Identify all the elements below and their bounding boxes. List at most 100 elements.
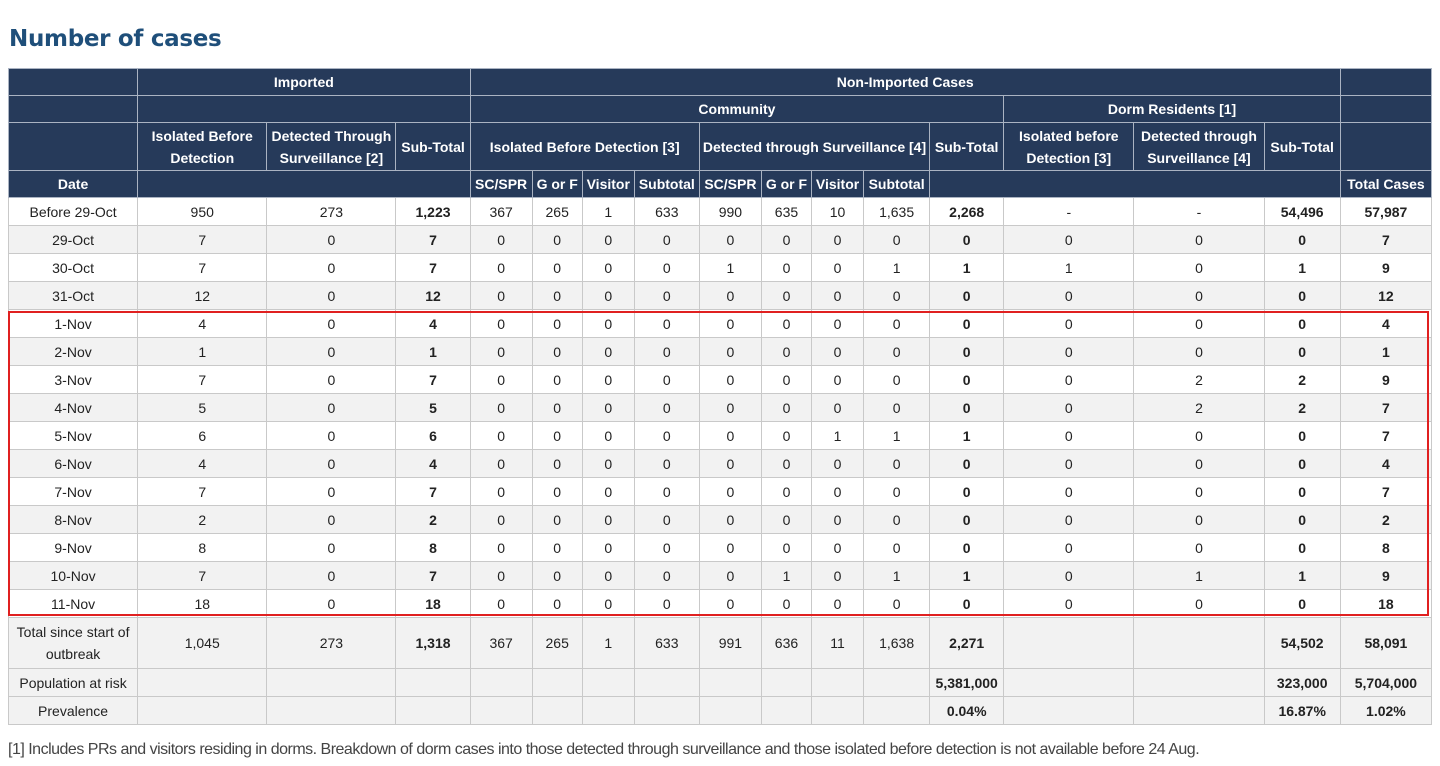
table-cell: 0 bbox=[633, 365, 700, 394]
table-cell: 0 bbox=[1263, 225, 1341, 254]
table-cell: 0 bbox=[760, 337, 813, 366]
table-cell: 5 bbox=[395, 393, 471, 422]
table-cell: 1.02% bbox=[1339, 696, 1433, 725]
table-cell: 0 bbox=[760, 533, 813, 562]
table-cell: 0 bbox=[863, 365, 931, 394]
table-body: Before 29-Oct 950 273 1,223 367 265 1 633 990 635… bbox=[7, 197, 1433, 725]
table-cell: 0 bbox=[929, 365, 1005, 394]
table-row: Population at risk 5,381,000 323,000 5,704,… bbox=[7, 668, 1433, 697]
table-row: 9-Nov 8 0 8 0 0 0 0 0 0 0 0 0 0 0 0 8 bbox=[7, 533, 1433, 562]
table-cell: 0 bbox=[531, 365, 583, 394]
table-cell: 0 bbox=[633, 589, 700, 618]
header-blank bbox=[1339, 68, 1433, 96]
table-row: 6-Nov 4 0 4 0 0 0 0 0 0 0 0 0 0 0 0 4 bbox=[7, 449, 1433, 478]
table-cell: 0 bbox=[863, 589, 931, 618]
table-cell: 367 bbox=[469, 617, 533, 669]
table-cell: 0 bbox=[1003, 225, 1135, 254]
table-cell bbox=[633, 668, 700, 697]
table-cell: 2,271 bbox=[929, 617, 1005, 669]
table-row: 8-Nov 2 0 2 0 0 0 0 0 0 0 0 0 0 0 0 2 bbox=[7, 505, 1433, 534]
table-cell: 0 bbox=[1133, 225, 1265, 254]
table-cell: 1 bbox=[137, 337, 268, 366]
table-cell: 0 bbox=[810, 561, 865, 590]
table-cell: 0 bbox=[469, 589, 533, 618]
table-cell: 0 bbox=[698, 337, 762, 366]
table-cell: 6 bbox=[137, 421, 268, 450]
table-cell: 2 bbox=[1339, 505, 1433, 534]
table-cell: 0 bbox=[469, 561, 533, 590]
table-cell: 367 bbox=[469, 197, 533, 226]
table-cell: 12 bbox=[1339, 281, 1433, 310]
table-cell: 0 bbox=[929, 337, 1005, 366]
table-cell: 0 bbox=[810, 449, 865, 478]
table-cell: 0 bbox=[266, 253, 397, 282]
table-cell: 0 bbox=[929, 449, 1005, 478]
table-cell bbox=[531, 696, 583, 725]
table-cell: 0 bbox=[760, 589, 813, 618]
table-cell: 0 bbox=[531, 589, 583, 618]
cases-table: Imported Non-Imported Cases Community Do… bbox=[7, 68, 1433, 725]
table-cell: 0 bbox=[1263, 309, 1341, 338]
table-cell: 0 bbox=[929, 393, 1005, 422]
row-label: 10-Nov bbox=[7, 561, 139, 590]
table-cell: 0 bbox=[266, 365, 397, 394]
table-cell: 0 bbox=[633, 421, 700, 450]
table-cell: 1 bbox=[929, 561, 1005, 590]
table-cell: 9 bbox=[1339, 365, 1433, 394]
table-cell: 0 bbox=[760, 253, 813, 282]
table-cell: 0 bbox=[1003, 561, 1135, 590]
table-cell: 5,381,000 bbox=[929, 668, 1005, 697]
header-dorm-residents: Dorm Residents [1] bbox=[1003, 95, 1341, 123]
table-cell: 1 bbox=[929, 253, 1005, 282]
table-cell: 0 bbox=[469, 253, 533, 282]
header-blank bbox=[7, 95, 139, 123]
table-cell: 5 bbox=[137, 393, 268, 422]
table-cell: 9 bbox=[1339, 561, 1433, 590]
table-cell bbox=[469, 668, 533, 697]
table-row: 2-Nov 1 0 1 0 0 0 0 0 0 0 0 0 0 0 0 1 bbox=[7, 337, 1433, 366]
table-cell: 7 bbox=[1339, 393, 1433, 422]
header-total-cases: Total Cases bbox=[1339, 170, 1433, 198]
table-cell: 635 bbox=[760, 197, 813, 226]
table-cell: 0 bbox=[929, 225, 1005, 254]
table-cell: 0 bbox=[929, 477, 1005, 506]
table-row: 30-Oct 7 0 7 0 0 0 0 1 0 0 1 1 1 0 1 9 bbox=[7, 253, 1433, 282]
table-cell: 18 bbox=[395, 589, 471, 618]
table-cell bbox=[698, 696, 762, 725]
table-cell: 0 bbox=[1003, 281, 1135, 310]
table-cell bbox=[633, 696, 700, 725]
table-row: 1-Nov 4 0 4 0 0 0 0 0 0 0 0 0 0 0 0 4 bbox=[7, 309, 1433, 338]
table-cell: 0 bbox=[1263, 281, 1341, 310]
table-cell: 990 bbox=[698, 197, 762, 226]
table-cell: 6 bbox=[395, 421, 471, 450]
table-cell: 0 bbox=[929, 533, 1005, 562]
table-cell: 0 bbox=[1003, 309, 1135, 338]
header-date: Date bbox=[7, 170, 139, 198]
row-label: 4-Nov bbox=[7, 393, 139, 422]
table-cell: 0 bbox=[581, 533, 635, 562]
header-visitor: Visitor bbox=[810, 170, 865, 198]
table-cell: 54,496 bbox=[1263, 197, 1341, 226]
table-cell: 0 bbox=[929, 309, 1005, 338]
table-cell: 16.87% bbox=[1263, 696, 1341, 725]
table-cell: 0 bbox=[633, 533, 700, 562]
table-cell: 0 bbox=[633, 561, 700, 590]
table-cell: 0 bbox=[633, 281, 700, 310]
table-cell: 1,638 bbox=[863, 617, 931, 669]
table-cell: 2 bbox=[137, 505, 268, 534]
table-cell: 0 bbox=[633, 337, 700, 366]
table-cell: 9 bbox=[1339, 253, 1433, 282]
table-cell: 0 bbox=[1133, 253, 1265, 282]
table-cell: 0 bbox=[698, 393, 762, 422]
table-cell: 1 bbox=[1133, 561, 1265, 590]
table-cell: 0 bbox=[469, 449, 533, 478]
header-imported-subtotal: Sub-Total bbox=[395, 122, 471, 171]
header-community-detected: Detected through Surveillance [4] bbox=[698, 122, 931, 171]
table-cell: 0 bbox=[810, 225, 865, 254]
table-cell: 0 bbox=[581, 421, 635, 450]
table-row: Prevalence 0.04% 16.87% 1.02% bbox=[7, 696, 1433, 725]
table-cell: 57,987 bbox=[1339, 197, 1433, 226]
table-cell: 1,223 bbox=[395, 197, 471, 226]
header-g-or-f: G or F bbox=[531, 170, 583, 198]
table-cell: 0 bbox=[469, 533, 533, 562]
